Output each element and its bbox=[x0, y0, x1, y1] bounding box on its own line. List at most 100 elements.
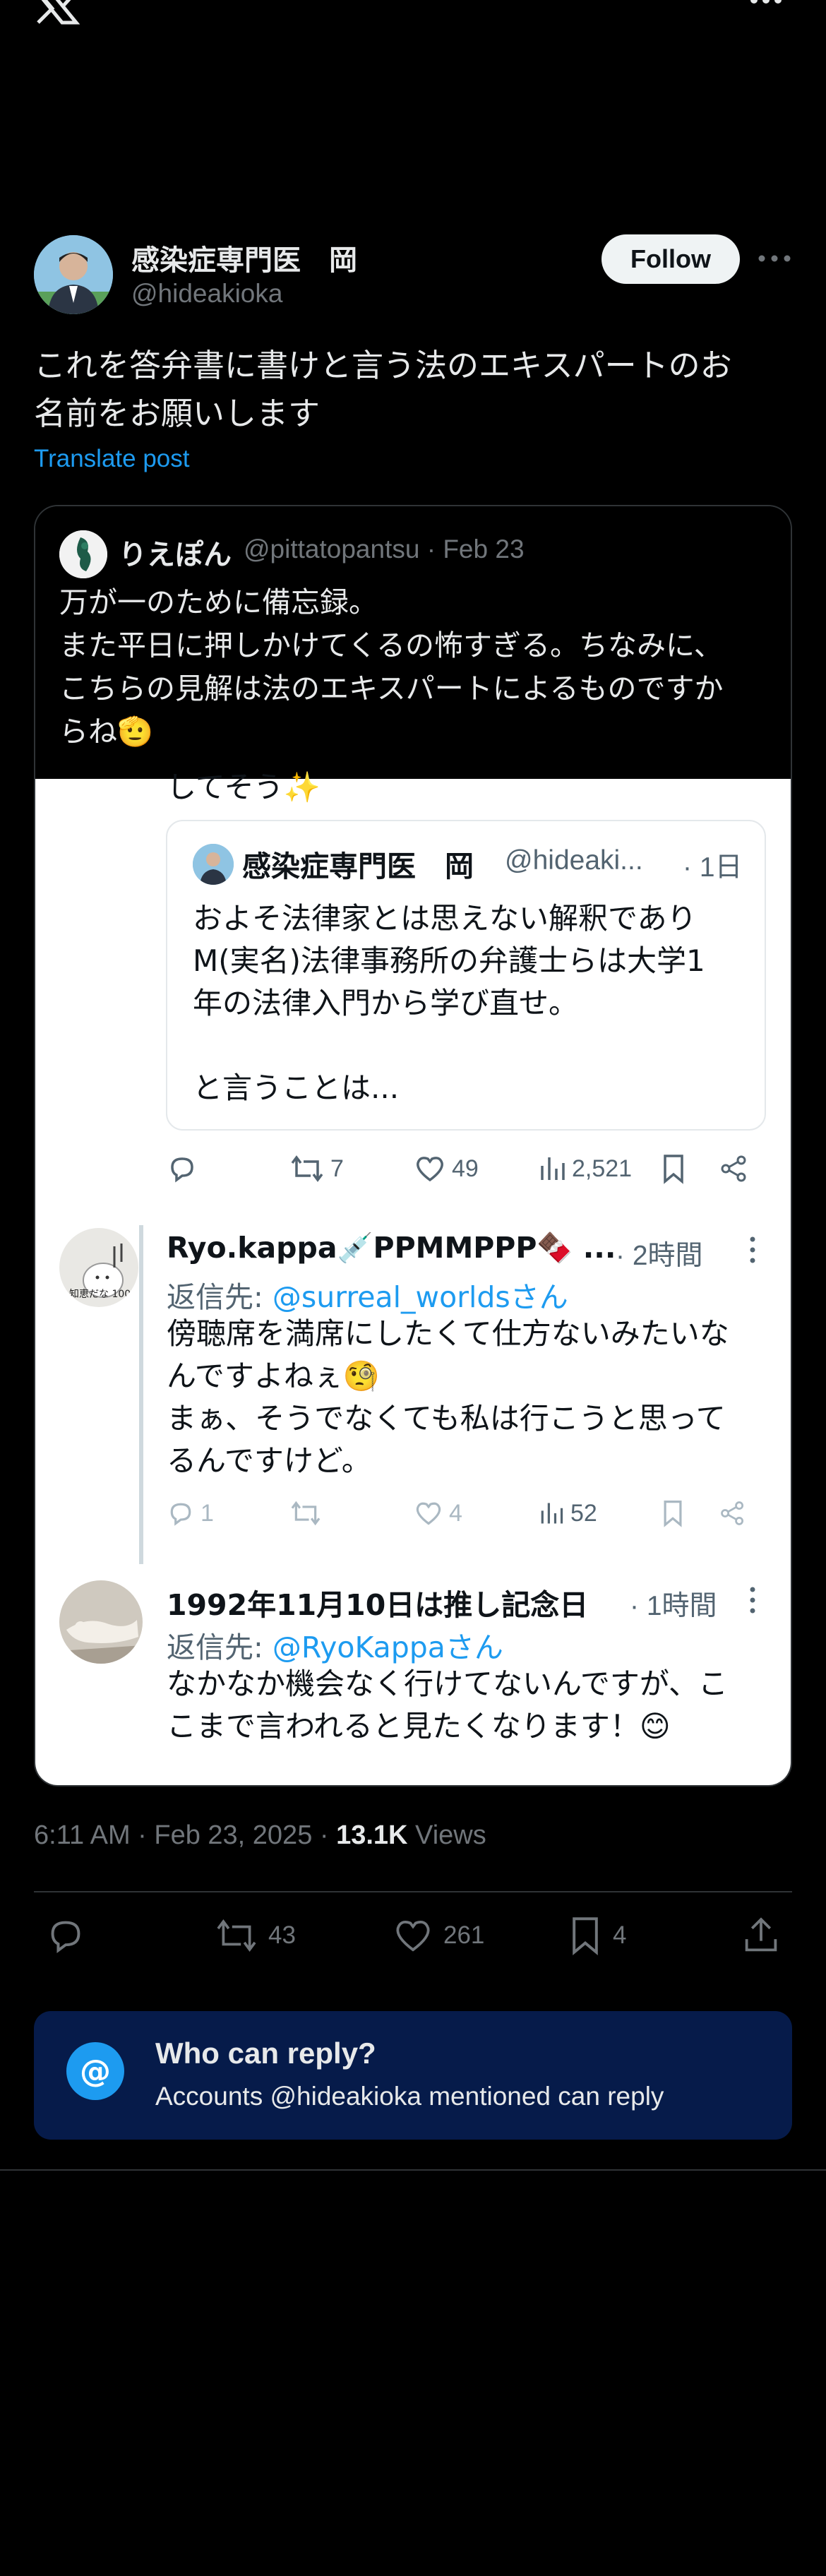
reply1-views-count: 52 bbox=[570, 1499, 597, 1527]
reply1-reply-to-link: @surreal_worldsさん bbox=[272, 1280, 568, 1314]
divider bbox=[0, 2169, 826, 2171]
quoted-post-card[interactable]: りえぽん @pittatopantsu · Feb 23 万が一のために備忘録。… bbox=[34, 505, 792, 1787]
reply1-text-line: まぁ、そうでなくても私は行こうと思って bbox=[167, 1401, 726, 1436]
reply1-repost-action bbox=[289, 1499, 322, 1527]
reply-button[interactable] bbox=[45, 1915, 86, 1956]
views-label: Views bbox=[407, 1820, 486, 1850]
bookmark-icon bbox=[664, 1155, 683, 1184]
inner-text-line: M(実名)法律事務所の弁護士らは大学1 bbox=[193, 943, 705, 978]
post-timestamp-views: 6:11 AM · Feb 23, 2025 · 13.1K Views bbox=[34, 1820, 486, 1851]
quoted-text-line: らね🫡 bbox=[59, 715, 154, 749]
reply1-text-line: るんですけど。 bbox=[167, 1443, 371, 1478]
reply1-text: 傍聴席を満席にしたくて仕方ないみたいな んですよねぇ🧐 まぁ、そうでなくても私は… bbox=[167, 1313, 760, 1482]
views-icon bbox=[541, 1503, 563, 1524]
reply-icon bbox=[171, 1157, 193, 1183]
quoted-author-handle-date[interactable]: @pittatopantsu · Feb 23 bbox=[244, 535, 525, 564]
quoted-text-line: こちらの見解は法のエキスパートによるものですか bbox=[59, 672, 724, 705]
repost-icon bbox=[217, 1919, 256, 1952]
heart-icon bbox=[417, 1157, 443, 1182]
reply1-reply-action: 1 bbox=[167, 1499, 214, 1527]
share-icon bbox=[721, 1501, 743, 1525]
inner-post-time: · 1日 bbox=[683, 852, 743, 883]
more-options-icon[interactable] bbox=[750, 0, 782, 10]
inner-text-line: およそ法律家とは思えない解釈であり bbox=[193, 901, 697, 936]
inner-action-row: 7 49 2,521 bbox=[35, 1153, 791, 1195]
reply1-like-action: 4 bbox=[414, 1499, 462, 1527]
author-handle[interactable]: @hideakioka bbox=[131, 279, 282, 309]
quoted-author-name[interactable]: りえぽん bbox=[119, 532, 232, 573]
inner-bookmark-action bbox=[661, 1153, 686, 1184]
inner-like-count: 49 bbox=[452, 1155, 479, 1182]
views-icon bbox=[541, 1157, 565, 1180]
reply1-reply-count: 1 bbox=[200, 1499, 214, 1527]
bookmark-button[interactable]: 4 bbox=[568, 1915, 626, 1956]
like-button[interactable]: 261 bbox=[393, 1915, 484, 1956]
reply-icon bbox=[51, 1921, 80, 1954]
reply2-text: なかなか機会なく行けてないんですが、こ こまで言われると見たくなります！😊 bbox=[167, 1663, 774, 1748]
reply1-text-line: んですよねぇ🧐 bbox=[167, 1359, 381, 1393]
repost-count: 43 bbox=[268, 1921, 296, 1949]
author-name[interactable]: 感染症専門医 岡 bbox=[131, 237, 357, 278]
reply2-reply-to-link: @RyoKappaさん bbox=[272, 1630, 503, 1664]
reply-icon bbox=[170, 1503, 191, 1526]
author-avatar[interactable] bbox=[34, 235, 113, 314]
bookmark-count: 4 bbox=[613, 1921, 627, 1949]
inner-reply-action bbox=[167, 1153, 198, 1184]
attached-screenshot-image[interactable]: してそう✨ 感染症専門医 岡 @hideaki... · 1日 およそ法律家とは… bbox=[35, 770, 791, 1785]
reply1-action-row: 1 4 52 bbox=[35, 1499, 791, 1542]
share-button[interactable] bbox=[741, 1915, 781, 1956]
heart-icon bbox=[416, 1502, 441, 1525]
like-count: 261 bbox=[443, 1921, 485, 1949]
reply1-text-line: 傍聴席を満席にしたくて仕方ないみたいな bbox=[167, 1316, 729, 1351]
post-text-line: 名前をお願いします bbox=[34, 395, 321, 432]
inner-post-text: およそ法律家とは思えない解釈であり M(実名)法律事務所の弁護士らは大学1 年の… bbox=[193, 898, 750, 1109]
heart-icon bbox=[396, 1921, 430, 1952]
repost-icon bbox=[291, 1501, 321, 1526]
inner-views-count: 2,521 bbox=[572, 1155, 633, 1182]
reply2-name: 1992年11月10日は推し記念日 bbox=[167, 1588, 589, 1622]
quoted-post-text: 万が一のために備忘録。 また平日に押しかけてくるの怖すぎる。ちなみに、 こちらの… bbox=[59, 581, 772, 753]
inner-quote-card: 感染症専門医 岡 @hideaki... · 1日 およそ法律家とは思えない解釈… bbox=[166, 820, 766, 1131]
mention-icon: @ bbox=[66, 2042, 124, 2100]
quoted-author-avatar[interactable] bbox=[59, 530, 107, 578]
inner-text-line bbox=[193, 1025, 750, 1067]
reply2-reply-prefix: 返信先: bbox=[167, 1630, 273, 1664]
reply1-bookmark-action bbox=[661, 1499, 685, 1527]
translate-post-link[interactable]: Translate post bbox=[34, 445, 189, 473]
reply2-time: · 1時間 bbox=[630, 1591, 717, 1621]
reply1-share-action bbox=[719, 1499, 747, 1527]
post-text: これを答弁書に書けと言う法のエキスパートのお 名前をお願いします bbox=[34, 342, 796, 438]
views-count: 13.1K bbox=[336, 1820, 408, 1850]
reply2-more-icon bbox=[750, 1587, 755, 1614]
follow-button[interactable]: Follow bbox=[601, 234, 740, 284]
reply2-text-line: こまで言われると見たくなります！😊 bbox=[167, 1709, 671, 1743]
reply1-time: · 2時間 bbox=[616, 1241, 703, 1271]
upload-share-icon bbox=[745, 1917, 777, 1952]
reply2-reply-to: 返信先: @RyoKappaさん bbox=[167, 1623, 503, 1666]
quoted-text-line: 万が一のために備忘録。 bbox=[59, 585, 378, 619]
post-timestamp[interactable]: 6:11 AM · Feb 23, 2025 · bbox=[34, 1820, 336, 1850]
inner-views-action: 2,521 bbox=[538, 1153, 632, 1184]
reply1-avatar: 知恵だな 100点 bbox=[59, 1228, 138, 1307]
reply1-avatar-text: 知恵だな 100点 bbox=[69, 1288, 138, 1300]
reply2-text-line: なかなか機会なく行けてないんですが、こ bbox=[167, 1666, 729, 1701]
divider bbox=[34, 1891, 792, 1892]
reply2-avatar bbox=[59, 1580, 143, 1664]
repost-icon bbox=[291, 1155, 323, 1182]
who-can-reply-title: Who can reply? bbox=[155, 2037, 376, 2070]
inner-author-handle: @hideaki... bbox=[505, 845, 643, 876]
reply1-more-icon bbox=[750, 1236, 755, 1263]
reply1-name: Ryo.kappa💉PPMMPPP🍫 ... bbox=[167, 1231, 616, 1265]
inner-author-name: 感染症専門医 岡 bbox=[242, 849, 474, 883]
reply1-reply-prefix: 返信先: bbox=[167, 1280, 273, 1314]
post-more-icon[interactable] bbox=[757, 251, 792, 266]
cropped-text: してそう✨ bbox=[167, 770, 321, 804]
bookmark-icon bbox=[573, 1917, 598, 1955]
inner-text-line: と言うことは... bbox=[193, 1071, 400, 1105]
repost-button[interactable]: 43 bbox=[215, 1915, 296, 1956]
bookmark-icon bbox=[664, 1501, 682, 1527]
inner-like-action: 49 bbox=[414, 1153, 479, 1184]
reply1-reply-to: 返信先: @surreal_worldsさん bbox=[167, 1273, 568, 1316]
reply1-like-count: 4 bbox=[449, 1499, 462, 1527]
x-logo-icon[interactable] bbox=[34, 0, 80, 25]
